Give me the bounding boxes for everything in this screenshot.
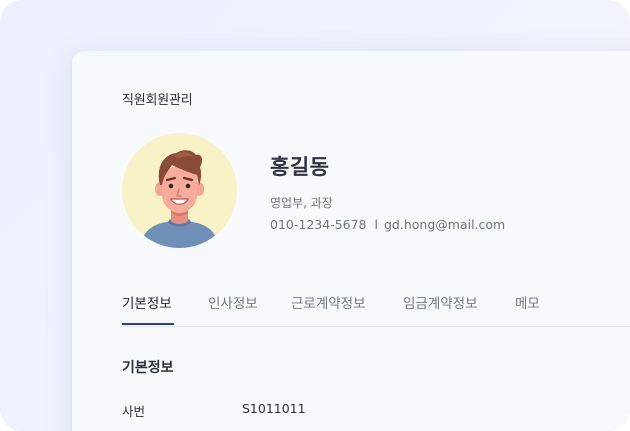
employee-profile-card: 직원회원관리 홍길동 영업부, 과장 010-1234-5678 l gd.ho… [72, 51, 630, 431]
department-position: 영업부, 과장 [270, 196, 333, 210]
employee-number-label: 사번 [122, 404, 146, 419]
backdrop: 직원회원관리 홍길동 영업부, 과장 010-1234-5678 l gd.ho… [0, 0, 630, 431]
contact-info: 010-1234-5678 l gd.hong@mail.com [270, 217, 505, 232]
tab-basic-info[interactable]: 기본정보 [122, 292, 172, 312]
employee-name: 홍길동 [270, 155, 330, 179]
email-address: gd.hong@mail.com [384, 217, 506, 232]
tab-employment-contract[interactable]: 근로계약정보 [291, 292, 366, 312]
section-title: 기본정보 [122, 360, 174, 376]
phone-number: 010-1234-5678 [270, 217, 367, 232]
page-title: 직원회원관리 [122, 93, 193, 108]
profile-tabs: 기본정보 인사정보 근로계약정보 임금계약정보 메모 [122, 292, 630, 327]
active-tab-indicator [122, 323, 174, 325]
tab-salary-contract[interactable]: 임금계약정보 [403, 292, 478, 312]
contact-separator: l [374, 217, 378, 232]
employee-number-value: S1011011 [242, 401, 306, 416]
tab-hr-info[interactable]: 인사정보 [208, 292, 258, 312]
tab-memo[interactable]: 메모 [515, 292, 540, 312]
male-avatar-icon [122, 133, 237, 248]
